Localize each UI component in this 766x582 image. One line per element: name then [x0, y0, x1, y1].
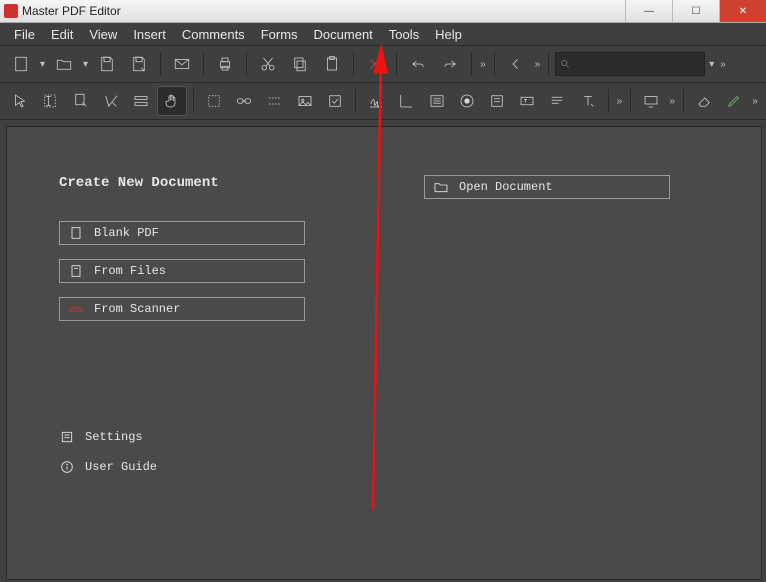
settings-label: Settings [85, 430, 143, 444]
menu-forms[interactable]: Forms [253, 27, 306, 42]
edit-form-icon[interactable] [97, 87, 125, 115]
menu-insert[interactable]: Insert [125, 27, 174, 42]
close-button[interactable]: ✕ [719, 0, 766, 22]
menu-edit[interactable]: Edit [43, 27, 81, 42]
copy-icon[interactable] [285, 50, 315, 78]
user-guide-button[interactable]: User Guide [59, 459, 384, 475]
screen-icon[interactable] [637, 87, 665, 115]
separator [203, 52, 204, 76]
separator [193, 89, 194, 113]
user-guide-label: User Guide [85, 460, 157, 474]
maximize-button[interactable]: ☐ [672, 0, 719, 22]
settings-icon [59, 429, 75, 445]
align-icon[interactable] [392, 87, 420, 115]
paste-icon[interactable] [317, 50, 347, 78]
undo-icon[interactable] [403, 50, 433, 78]
window-title: Master PDF Editor [22, 4, 625, 18]
from-files-label: From Files [94, 264, 166, 278]
open-folder-icon[interactable] [49, 50, 79, 78]
cut-icon[interactable] [253, 50, 283, 78]
separator [160, 52, 161, 76]
redo-icon[interactable] [435, 50, 465, 78]
dropdown-icon[interactable]: ▾ [81, 59, 90, 70]
blank-pdf-label: Blank PDF [94, 226, 159, 240]
overflow-icon[interactable]: » [533, 59, 543, 70]
page-icon [68, 263, 84, 279]
eraser-icon[interactable] [690, 87, 718, 115]
toolbar-2: » » » [0, 83, 766, 120]
separator [246, 52, 247, 76]
menu-help[interactable]: Help [427, 27, 470, 42]
separator [494, 52, 495, 76]
separator [548, 52, 549, 76]
overflow-icon[interactable]: » [718, 59, 728, 70]
record-icon[interactable] [453, 87, 481, 115]
from-scanner-label: From Scanner [94, 302, 180, 316]
app-icon [4, 4, 18, 18]
stamp-icon[interactable] [483, 87, 511, 115]
search-field[interactable] [574, 57, 701, 71]
menu-document[interactable]: Document [306, 27, 381, 42]
from-scanner-button[interactable]: From Scanner [59, 297, 305, 321]
folder-icon [433, 179, 449, 195]
separator [630, 89, 631, 113]
window-titlebar: Master PDF Editor — ☐ ✕ [0, 0, 766, 23]
separator [355, 89, 356, 113]
new-doc-icon[interactable] [6, 50, 36, 78]
crop-icon[interactable] [200, 87, 228, 115]
search-icon [560, 58, 571, 70]
save-as-icon[interactable] [124, 50, 154, 78]
list-icon[interactable] [423, 87, 451, 115]
pencil-icon[interactable] [720, 87, 748, 115]
dropdown-icon[interactable]: ▾ [38, 59, 47, 70]
separator [353, 52, 354, 76]
open-document-button[interactable]: Open Document [424, 175, 670, 199]
overflow-icon[interactable]: » [750, 96, 760, 107]
save-icon[interactable] [92, 50, 122, 78]
prev-page-icon[interactable] [501, 50, 531, 78]
separator [683, 89, 684, 113]
separator [608, 89, 609, 113]
open-document-label: Open Document [459, 180, 553, 194]
paragraph-icon[interactable] [543, 87, 571, 115]
text-tool-icon[interactable] [574, 87, 602, 115]
link-icon[interactable] [230, 87, 258, 115]
menu-file[interactable]: File [6, 27, 43, 42]
info-icon [59, 459, 75, 475]
menu-view[interactable]: View [81, 27, 125, 42]
dropdown-icon[interactable]: ▾ [707, 59, 716, 70]
line-icon[interactable] [261, 87, 289, 115]
settings-button[interactable]: Settings [59, 429, 384, 445]
hand-icon[interactable] [157, 86, 187, 116]
search-input[interactable] [555, 52, 705, 76]
page-icon [68, 225, 84, 241]
welcome-panel: Create New Document Blank PDF From Files… [6, 126, 762, 580]
toolbar-1: ▾ ▾ » » ▾ » [0, 46, 766, 83]
overflow-icon[interactable]: » [615, 96, 625, 107]
delete-icon[interactable] [360, 50, 390, 78]
from-files-button[interactable]: From Files [59, 259, 305, 283]
separator [471, 52, 472, 76]
minimize-button[interactable]: — [625, 0, 672, 22]
form-field-icon[interactable] [127, 87, 155, 115]
signature-icon[interactable] [362, 87, 390, 115]
create-heading: Create New Document [59, 175, 384, 191]
print-icon[interactable] [210, 50, 240, 78]
overflow-icon[interactable]: » [478, 59, 488, 70]
edit-doc-icon[interactable] [66, 87, 94, 115]
workarea: Create New Document Blank PDF From Files… [0, 120, 766, 582]
scanner-icon [68, 301, 84, 317]
menu-tools[interactable]: Tools [381, 27, 427, 42]
image-icon[interactable] [291, 87, 319, 115]
text-select-icon[interactable] [36, 87, 64, 115]
separator [396, 52, 397, 76]
mail-icon[interactable] [167, 50, 197, 78]
textbox-icon[interactable] [513, 87, 541, 115]
pointer-icon[interactable] [6, 87, 34, 115]
checkbox-icon[interactable] [321, 87, 349, 115]
menu-comments[interactable]: Comments [174, 27, 253, 42]
blank-pdf-button[interactable]: Blank PDF [59, 221, 305, 245]
menubar: File Edit View Insert Comments Forms Doc… [0, 23, 766, 46]
overflow-icon[interactable]: » [667, 96, 677, 107]
